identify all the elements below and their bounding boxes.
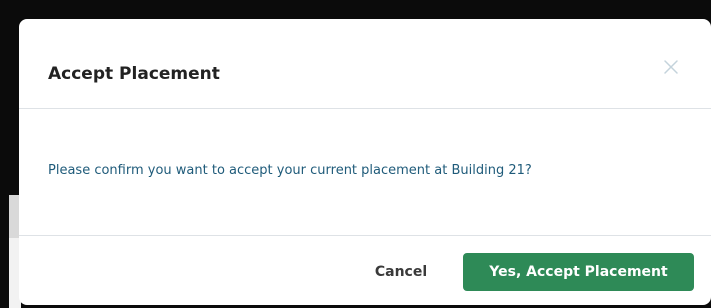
close-icon xyxy=(661,57,681,77)
accept-placement-button[interactable]: Yes, Accept Placement xyxy=(463,253,694,291)
dialog-header: Accept Placement xyxy=(19,19,711,109)
dialog-title: Accept Placement xyxy=(48,64,220,84)
dialog-footer: Cancel Yes, Accept Placement xyxy=(19,235,711,305)
close-button[interactable] xyxy=(661,57,681,77)
cancel-button[interactable]: Cancel xyxy=(362,254,440,290)
confirmation-message: Please confirm you want to accept your c… xyxy=(48,163,532,178)
accept-placement-dialog: Accept Placement Please confirm you want… xyxy=(19,19,711,305)
dialog-body: Please confirm you want to accept your c… xyxy=(19,109,711,235)
